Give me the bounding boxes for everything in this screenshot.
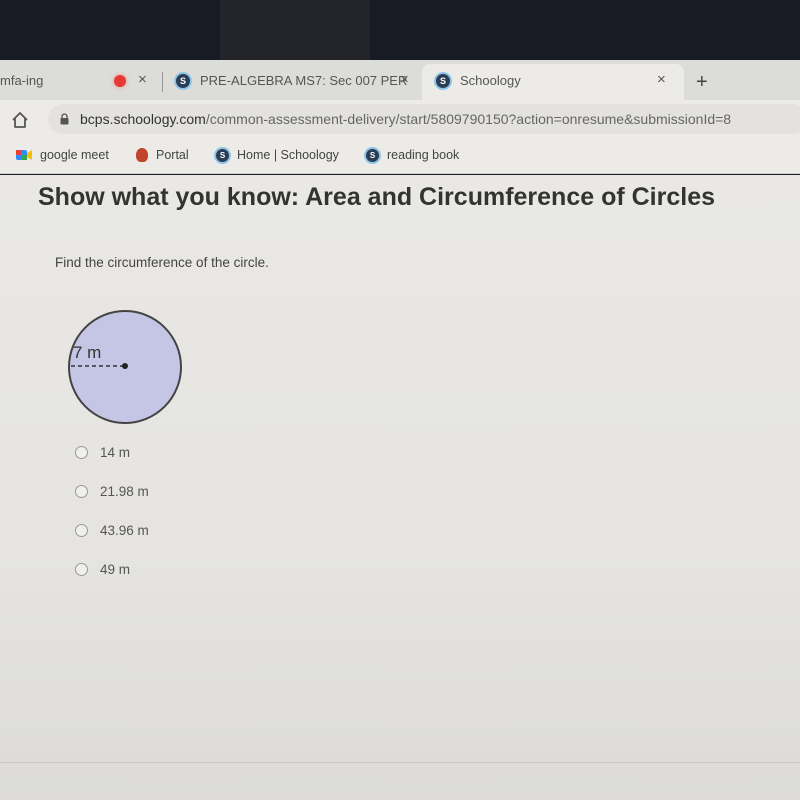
answer-option[interactable]: 49 m	[75, 562, 130, 577]
footer-divider	[0, 762, 800, 763]
tab-pre-algebra[interactable]: S PRE-ALGEBRA MS7: Sec 007 PER ×	[168, 64, 423, 100]
screen-glare	[220, 0, 370, 62]
tab-label: Schoology	[460, 73, 521, 88]
new-tab-button[interactable]: +	[696, 71, 708, 94]
answer-option[interactable]: 14 m	[75, 445, 130, 460]
bookmark-google-meet[interactable]: google meet	[16, 148, 109, 162]
tab-divider	[162, 72, 163, 92]
bookmark-label: google meet	[40, 148, 109, 162]
bookmarks-bar: google meet Portal S Home | Schoology S …	[0, 140, 800, 174]
schoology-icon: S	[176, 74, 190, 88]
bookmark-label: Home | Schoology	[237, 148, 339, 162]
circle-figure: 7 m	[68, 310, 182, 424]
radio-button[interactable]	[75, 524, 88, 537]
browser-toolbar: bcps.schoology.com/common-assessment-del…	[0, 100, 800, 140]
radius-label: 7 m	[73, 343, 101, 362]
url-text: bcps.schoology.com/common-assessment-del…	[80, 111, 731, 127]
address-bar[interactable]: bcps.schoology.com/common-assessment-del…	[48, 104, 800, 134]
tab-label: PRE-ALGEBRA MS7: Sec 007 PER	[200, 73, 408, 88]
schoology-icon: S	[216, 148, 229, 162]
question-prompt: Find the circumference of the circle.	[55, 255, 269, 270]
bookmark-portal[interactable]: Portal	[136, 148, 189, 162]
close-tab-icon[interactable]: ×	[657, 71, 666, 88]
close-tab-icon[interactable]: ×	[138, 71, 147, 88]
recording-indicator-icon	[114, 75, 126, 87]
monitor-bezel	[0, 0, 800, 62]
bookmark-reading-book[interactable]: S reading book	[366, 148, 459, 162]
url-path: /common-assessment-delivery/start/580979…	[205, 111, 732, 127]
option-label: 49 m	[100, 562, 131, 577]
radio-button[interactable]	[75, 485, 88, 498]
tab-label: mfa-ing	[0, 73, 44, 88]
tab-schoology-active[interactable]: S Schoology ×	[422, 64, 684, 100]
bookmark-label: reading book	[387, 148, 460, 162]
bookmark-home-schoology[interactable]: S Home | Schoology	[216, 148, 339, 162]
option-label: 21.98 m	[100, 484, 149, 499]
close-tab-icon[interactable]: ×	[400, 71, 409, 88]
option-label: 43.96 m	[100, 523, 149, 538]
portal-icon	[136, 148, 148, 162]
center-point	[122, 363, 128, 369]
home-icon[interactable]	[10, 110, 30, 130]
answer-option[interactable]: 21.98 m	[75, 484, 149, 499]
answer-option[interactable]: 43.96 m	[75, 523, 149, 538]
bookmark-label: Portal	[156, 148, 189, 162]
google-meet-icon	[16, 150, 32, 160]
radio-button[interactable]	[75, 446, 88, 459]
url-host: bcps.schoology.com	[80, 111, 206, 127]
schoology-icon: S	[436, 74, 450, 88]
option-label: 14 m	[100, 445, 131, 460]
lock-icon	[60, 113, 69, 125]
schoology-icon: S	[366, 148, 379, 162]
radio-button[interactable]	[75, 563, 88, 576]
tab-mfa[interactable]: mfa-ing ×	[0, 64, 168, 100]
assessment-page: Show what you know: Area and Circumferen…	[0, 175, 800, 800]
page-title: Show what you know: Area and Circumferen…	[38, 183, 716, 211]
tab-bar: mfa-ing × S PRE-ALGEBRA MS7: Sec 007 PER…	[0, 60, 800, 100]
